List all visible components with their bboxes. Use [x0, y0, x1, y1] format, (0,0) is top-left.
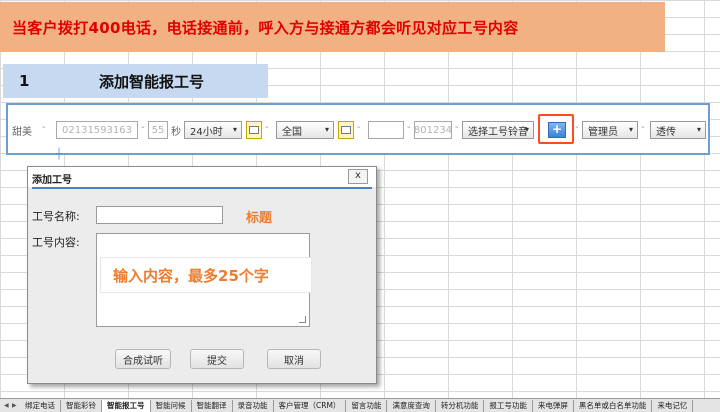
sheet-tab[interactable]: 智能彩铃: [61, 399, 102, 412]
add-icon[interactable]: +: [548, 122, 566, 138]
dash: -: [407, 122, 411, 133]
chevron-down-icon: ▾: [696, 125, 701, 134]
banner-text: 当客户拨打400电话，电话接通前，呼入方与接通方都会听见对应工号内容: [12, 18, 519, 37]
sheet-tab[interactable]: 智能报工号: [102, 399, 151, 412]
sheet-tab[interactable]: 绑定电话: [20, 399, 61, 412]
ringtone-select[interactable]: 选择工号铃音 ▾: [462, 121, 534, 139]
mode-select[interactable]: 透传 ▾: [650, 121, 706, 139]
calendar-icon[interactable]: [338, 121, 354, 139]
section-title: 添加智能报工号: [99, 72, 205, 91]
name-input[interactable]: [96, 206, 223, 224]
instruction-banner: 当客户拨打400电话，电话接通前，呼入方与接通方都会听见对应工号内容: [0, 2, 665, 52]
chevron-down-icon: ▾: [232, 125, 237, 134]
name-note: 标题: [246, 211, 273, 226]
sheet-tabs: ◀ ▶ 绑定电话 智能彩铃 智能报工号 智能问候 智能翻译 录音功能 客户管理（CRM） 留言…: [0, 398, 720, 412]
region-select-value: 全国: [282, 126, 302, 138]
dialog-title: 添加工号: [32, 175, 72, 186]
seconds-field[interactable]: 55: [148, 121, 168, 139]
ringtone-select-value: 选择工号铃音: [468, 126, 528, 138]
calendar-icon[interactable]: [246, 121, 262, 139]
region-select[interactable]: 全国 ▾: [276, 121, 334, 139]
sheet-tab[interactable]: 来电记忆: [652, 399, 694, 412]
dash: -: [357, 122, 361, 133]
dash: -: [575, 122, 579, 133]
phone-field[interactable]: 02131593163: [56, 121, 138, 139]
dash: -: [42, 122, 46, 133]
add-agent-dialog: 添加工号 x 工号名称: 标题 工号内容: 输入内容，最多25个字 合成试听 提…: [27, 166, 377, 384]
sheet-tab[interactable]: 来电弹屏: [533, 399, 574, 412]
dash: -: [455, 122, 459, 133]
sheet-tab[interactable]: 满意度查询: [387, 399, 436, 412]
hours-select[interactable]: 24小时 ▾: [184, 121, 242, 139]
agent-toolbar: 甜美 - 02131593163 - 55 秒 24小时 ▾ - 全国 ▾ - …: [6, 103, 710, 160]
content-note: 输入内容，最多25个字: [113, 266, 269, 285]
name-label: 工号名称:: [32, 210, 80, 223]
tab-nav-icon[interactable]: ◀: [4, 402, 9, 410]
dialog-titlebar: 添加工号 x: [28, 167, 376, 187]
title-divider: [32, 187, 372, 189]
mode-select-value: 透传: [656, 126, 676, 138]
sheet-tab[interactable]: 黑名单或白名单功能: [574, 399, 653, 412]
synth-preview-button[interactable]: 合成试听: [115, 349, 171, 369]
section-header: 1 添加智能报工号: [3, 64, 268, 98]
chevron-down-icon: ▾: [324, 125, 329, 134]
add-highlight: +: [538, 114, 574, 144]
cursor-mark-icon: ┼: [56, 149, 63, 160]
sheet-tab[interactable]: 报工号功能: [484, 399, 533, 412]
dash: -: [265, 122, 269, 133]
seconds-unit: 秒: [171, 126, 181, 138]
sheet-tab[interactable]: 留言功能: [346, 399, 388, 412]
hours-select-value: 24小时: [190, 126, 223, 138]
content-note-box: 输入内容，最多25个字: [100, 257, 312, 293]
close-button[interactable]: x: [348, 169, 368, 184]
resize-handle-icon[interactable]: [299, 316, 306, 323]
extension-field[interactable]: 801234: [414, 121, 452, 139]
sheet-tab[interactable]: 客户管理（CRM）: [274, 399, 347, 412]
chevron-down-icon: ▾: [524, 125, 529, 134]
submit-button[interactable]: 提交: [190, 349, 244, 369]
sheet-tab[interactable]: 转分机功能: [436, 399, 485, 412]
dash: -: [641, 122, 645, 133]
dash: -: [141, 122, 145, 133]
role-select[interactable]: 管理员 ▾: [582, 121, 638, 139]
sheet-tab[interactable]: 智能翻译: [192, 399, 233, 412]
sheet-tab[interactable]: 智能问候: [151, 399, 192, 412]
section-number: 1: [19, 72, 30, 90]
voice-label: 甜美: [12, 126, 32, 138]
content-label: 工号内容:: [32, 236, 80, 249]
role-select-value: 管理员: [588, 126, 618, 138]
chevron-down-icon: ▾: [628, 125, 633, 134]
sheet-tab[interactable]: 录音功能: [233, 399, 274, 412]
cancel-button[interactable]: 取消: [267, 349, 321, 369]
tab-list: 绑定电话 智能彩铃 智能报工号 智能问候 智能翻译 录音功能 客户管理（CRM） 留言功能 满意…: [20, 399, 694, 412]
tab-nav-icon[interactable]: ▶: [12, 402, 17, 410]
empty-field[interactable]: [368, 121, 404, 139]
